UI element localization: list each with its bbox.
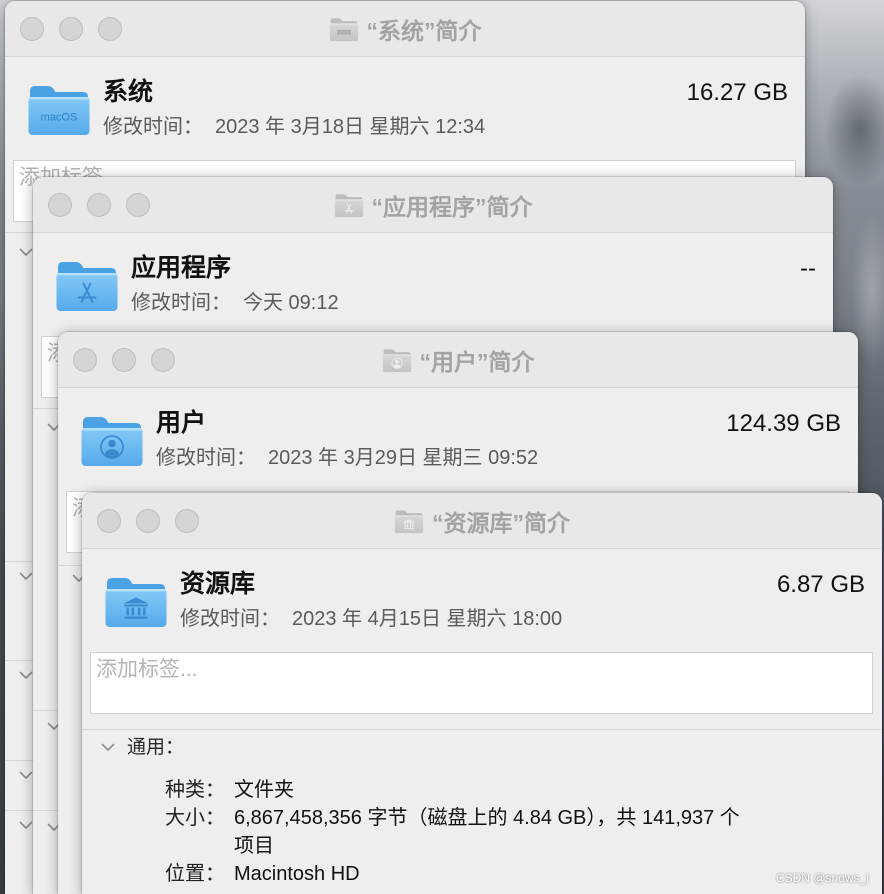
info-window-library[interactable]: “资源库”简介 资源库 6.87 GB 修改时间： 2023 年 4月15日 星… (82, 493, 882, 894)
modified-value: 2023 年 4月15日 星期六 18:00 (292, 608, 563, 630)
modified-date: 修改时间： 今天 09:12 (131, 289, 339, 317)
size-value-continued: 项目 (234, 835, 274, 857)
applications-folder-icon (55, 257, 119, 313)
folder-icon-label: macOS (41, 112, 78, 124)
chevron-down-icon[interactable] (19, 572, 33, 581)
modified-value: 2023 年 3月29日 星期三 09:52 (268, 447, 539, 469)
users-folder-icon (80, 412, 144, 468)
window-title-text: “系统”简介 (366, 17, 482, 44)
location-label: 位置： (165, 863, 225, 885)
item-size: 6.87 GB (776, 571, 865, 598)
section-general-label[interactable]: 通用： (127, 734, 184, 762)
chevron-down-icon[interactable] (101, 743, 115, 752)
folder-icon (329, 16, 359, 42)
size-label: 大小： (165, 807, 225, 829)
modified-date: 修改时间： 2023 年 3月29日 星期三 09:52 (156, 444, 538, 472)
chevron-down-icon[interactable] (19, 821, 33, 830)
library-folder-icon (394, 508, 424, 534)
window-title-text: “应用程序”简介 (371, 193, 533, 220)
size-value: 6,867,458,356 字节（磁盘上的 4.84 GB），共 141,937… (234, 807, 740, 829)
modified-value: 今天 09:12 (243, 292, 339, 314)
kind-value: 文件夹 (234, 779, 294, 801)
item-size: -- (800, 255, 816, 282)
applications-folder-icon (334, 192, 364, 218)
watermark: CSDN @snows_l (776, 871, 869, 885)
window-title: “应用程序”简介 (33, 177, 833, 232)
window-title: “系统”简介 (5, 1, 805, 56)
window-title-text: “资源库”简介 (432, 509, 570, 536)
kind-label: 种类： (165, 779, 225, 801)
window-title-text: “用户”简介 (419, 348, 535, 375)
item-name: 应用程序 (131, 254, 232, 282)
tags-field[interactable] (90, 652, 873, 714)
item-size: 16.27 GB (686, 79, 788, 106)
library-folder-icon (104, 573, 168, 629)
modified-label: 修改时间： (156, 447, 256, 469)
chevron-down-icon[interactable] (19, 771, 33, 780)
divider (82, 729, 882, 730)
modified-date: 修改时间： 2023 年 3月18日 星期六 12:34 (103, 113, 485, 141)
window-title: “用户”简介 (58, 332, 858, 387)
item-name: 系统 (103, 78, 154, 106)
modified-date: 修改时间： 2023 年 4月15日 星期六 18:00 (180, 605, 562, 633)
location-value: Macintosh HD (234, 863, 360, 885)
chevron-down-icon[interactable] (19, 248, 33, 257)
window-title: “资源库”简介 (82, 493, 882, 548)
modified-label: 修改时间： (131, 292, 231, 314)
item-size: 124.39 GB (726, 410, 841, 437)
title-bar[interactable]: “资源库”简介 (82, 493, 882, 549)
title-bar[interactable]: “系统”简介 (5, 1, 805, 57)
chevron-down-icon[interactable] (19, 671, 33, 680)
modified-label: 修改时间： (180, 608, 280, 630)
modified-value: 2023 年 3月18日 星期六 12:34 (215, 116, 486, 138)
title-bar[interactable]: “应用程序”简介 (33, 177, 833, 233)
macos-folder-icon: macOS (27, 81, 91, 137)
title-bar[interactable]: “用户”简介 (58, 332, 858, 388)
desktop: “系统”简介 macOS 系统 16.27 GB 修改时间： 2023 年 3月… (0, 0, 884, 894)
modified-label: 修改时间： (103, 116, 203, 138)
item-name: 资源库 (180, 570, 256, 598)
users-folder-icon (382, 347, 412, 373)
item-name: 用户 (156, 409, 207, 437)
